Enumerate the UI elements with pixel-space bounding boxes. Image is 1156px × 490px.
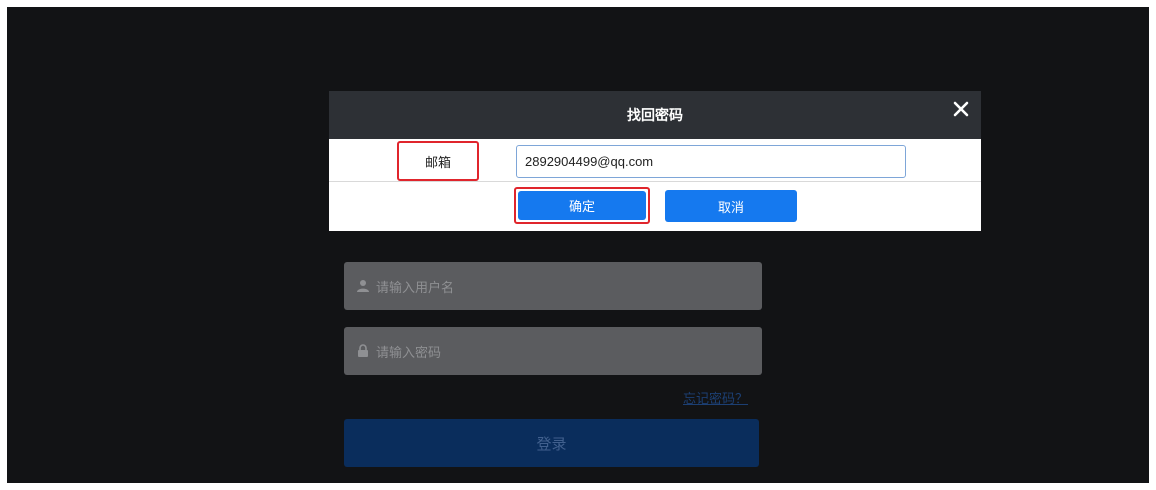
email-row: 邮箱 [329,139,981,182]
email-label: 邮箱 [397,141,479,181]
login-button[interactable]: 登录 [344,419,759,467]
cancel-button-label: 取消 [717,200,744,216]
username-placeholder: 请输入用户名 [376,280,455,296]
cancel-button[interactable]: 取消 [665,190,797,222]
dialog-title: 找回密码 [627,108,683,124]
confirm-highlight: 确定 [514,187,650,224]
username-field[interactable]: 请输入用户名 [344,262,762,310]
password-field[interactable]: 请输入密码 [344,327,762,375]
email-input[interactable] [516,145,906,178]
password-placeholder: 请输入密码 [376,345,442,361]
lock-icon [356,344,370,358]
confirm-button[interactable]: 确定 [518,191,646,220]
recover-password-dialog: 找回密码 邮箱 确定 取消 [329,91,981,231]
page-background: 请输入用户名 请输入密码 忘记密码？ 登录 找回密码 邮箱 2892904499… [7,7,1149,483]
dialog-header: 找回密码 [329,91,981,139]
email-label-text: 邮箱 [424,155,451,171]
close-icon[interactable] [951,99,971,119]
dialog-actions: 确定 取消 [329,182,981,231]
user-icon [356,279,370,293]
confirm-button-label: 确定 [568,200,595,215]
login-button-label: 登录 [536,434,567,453]
forgot-password-link[interactable]: 忘记密码？ [683,388,748,407]
